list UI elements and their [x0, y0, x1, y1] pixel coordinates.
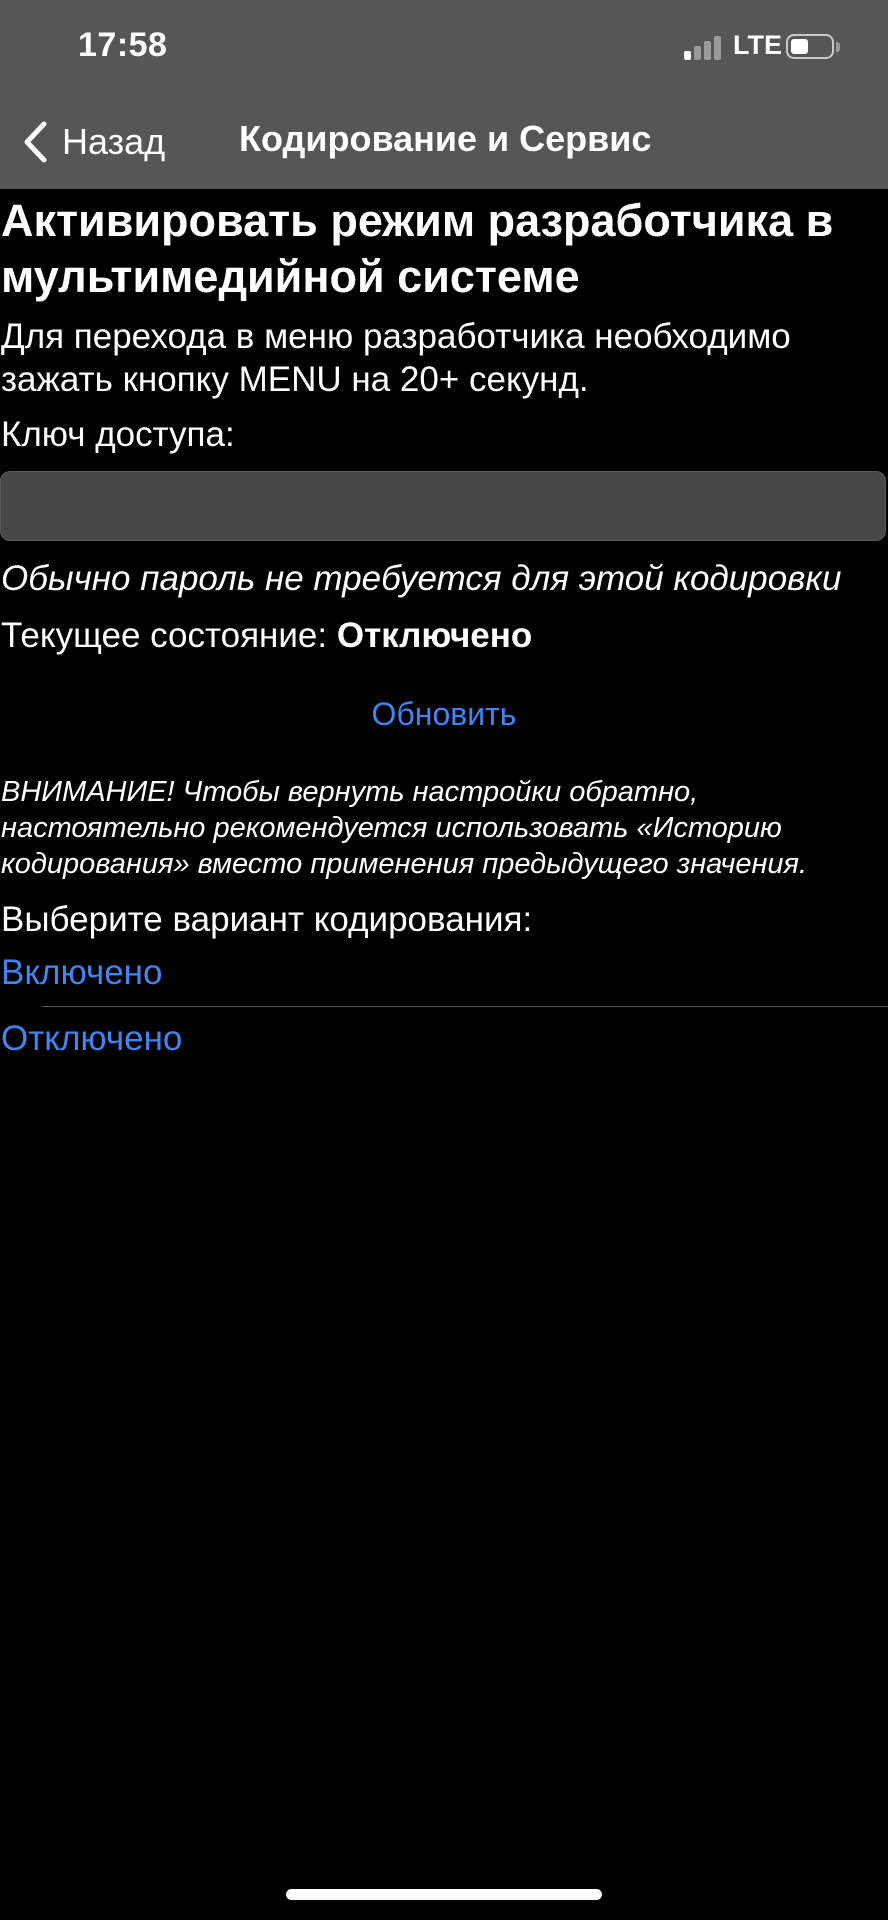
signal-strength-icon: [684, 36, 724, 60]
access-key-input[interactable]: [0, 471, 886, 541]
refresh-button[interactable]: Обновить: [0, 696, 888, 733]
current-state-label: Текущее состояние:: [1, 616, 337, 655]
description-text: Для перехода в меню разработчика необход…: [1, 317, 791, 399]
signal-bar: [714, 36, 721, 60]
password-hint: Обычно пароль не требуется для этой коди…: [1, 559, 842, 598]
current-state-value: Отключено: [336, 616, 533, 655]
access-key-label: Ключ доступа:: [1, 415, 235, 454]
network-type: LTE: [733, 30, 782, 60]
battery-cap: [836, 42, 840, 52]
section-heading: Активировать режим разработчика в мульти…: [1, 195, 834, 302]
current-state: Текущее состояние: Отключено: [1, 614, 532, 657]
option-divider: [42, 1006, 888, 1007]
chevron-left-icon: [22, 120, 48, 164]
signal-bar: [684, 51, 691, 60]
battery-level: [791, 39, 808, 54]
warning-text: ВНИМАНИЕ! Чтобы вернуть настройки обратн…: [1, 776, 808, 880]
status-time: 17:58: [78, 26, 168, 64]
home-indicator[interactable]: [286, 1889, 602, 1900]
battery-icon: [786, 34, 834, 59]
signal-bar: [694, 46, 701, 60]
option-enabled[interactable]: Включено: [1, 951, 162, 994]
choose-option-label: Выберите вариант кодирования:: [1, 900, 533, 939]
option-disabled[interactable]: Отключено: [1, 1017, 182, 1060]
page-title: Кодирование и Сервис: [239, 118, 652, 159]
top-bar: 17:58 LTE Назад Кодирование и Сервис: [0, 0, 888, 189]
back-button[interactable]: Назад: [22, 114, 165, 170]
signal-bar: [704, 41, 711, 60]
back-label: Назад: [62, 121, 166, 162]
